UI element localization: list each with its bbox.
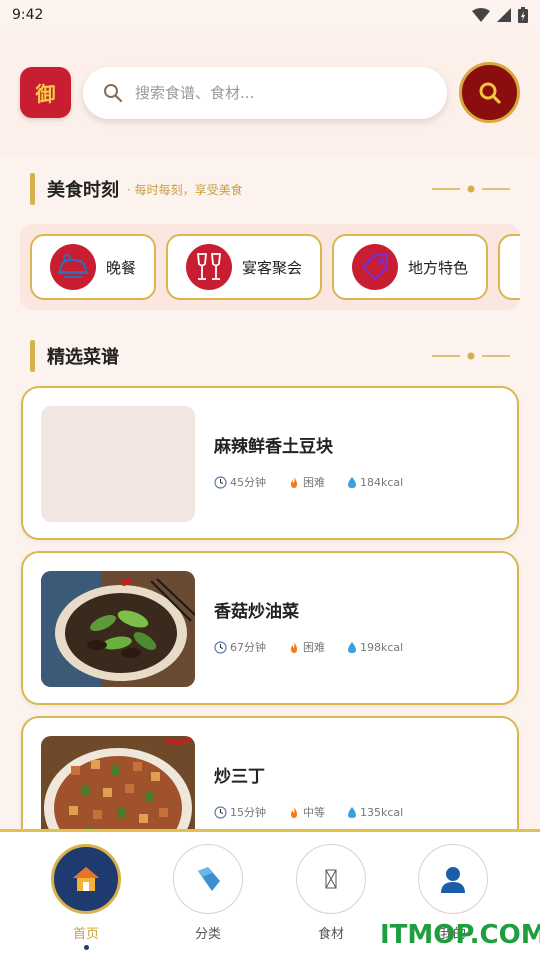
- search-input[interactable]: [135, 84, 415, 102]
- recipe-image-mushroom-greens: [41, 571, 195, 687]
- water-drop-icon: [348, 476, 356, 488]
- recipe-calories-text: 135kcal: [360, 805, 404, 819]
- section-decoration: [432, 185, 510, 193]
- watermark: ITMOP.COM: [380, 920, 540, 950]
- water-drop-icon: [348, 806, 356, 818]
- tab-icon-wrap: [418, 844, 488, 914]
- recipe-calories-text: 184kcal: [360, 475, 404, 489]
- recipe-image-placeholder: [41, 406, 195, 522]
- recipe-difficulty-text: 困难: [303, 641, 325, 654]
- category-label: 宴客聚会: [242, 258, 303, 277]
- clock-icon: [214, 640, 227, 654]
- section-subtitle: · 每时每刻，享受美食: [127, 182, 243, 197]
- category-card-dinner[interactable]: 晚餐: [30, 234, 156, 300]
- recipe-meta: 67分钟 困难 198kcal: [214, 639, 425, 655]
- tag-icon: [352, 244, 398, 290]
- status-icons: [472, 7, 528, 23]
- battery-icon: [518, 7, 528, 23]
- recipe-time: 67分钟: [214, 639, 266, 655]
- app-logo: 御: [20, 67, 71, 118]
- recipe-meta: 45分钟 困难 184kcal: [214, 474, 425, 490]
- category-icon: [198, 867, 220, 891]
- status-bar: 9:42: [0, 0, 540, 30]
- tab-category[interactable]: 分类: [158, 832, 258, 960]
- user-icon: [441, 867, 465, 893]
- tab-label: 分类: [194, 927, 221, 942]
- signal-icon: [497, 8, 511, 22]
- recipe-calories: 184kcal: [347, 476, 403, 489]
- fire-icon: [291, 476, 297, 488]
- header: 御: [0, 30, 540, 155]
- section-accent-bar: [30, 173, 35, 205]
- category-card-regional[interactable]: 地方特色: [332, 234, 488, 300]
- recipe-card[interactable]: 麻辣鲜香土豆块 45分钟 困难 184kcal: [21, 386, 519, 540]
- category-card-banquet[interactable]: 宴客聚会: [166, 234, 322, 300]
- search-icon: [479, 82, 501, 104]
- category-label: 晚餐: [106, 258, 137, 277]
- recipe-time-text: 15分钟: [230, 806, 266, 819]
- recipe-difficulty-text: 困难: [303, 476, 325, 489]
- tab-label: 首页: [72, 927, 99, 942]
- water-drop-icon: [348, 641, 356, 653]
- category-label: 地方特色: [408, 258, 469, 277]
- ingredient-icon: [325, 869, 337, 889]
- clock-icon: [214, 805, 227, 819]
- wine-glasses-icon: [186, 244, 232, 290]
- recipe-card[interactable]: 香菇炒油菜 67分钟 困难 198kcal: [21, 551, 519, 705]
- search-button[interactable]: [459, 62, 520, 123]
- home-icon: [73, 867, 99, 891]
- category-card-partial[interactable]: [498, 234, 520, 300]
- recipe-name: 麻辣鲜香土豆块: [214, 437, 333, 457]
- tab-label: 食材: [317, 927, 344, 942]
- recipe-difficulty: 困难: [288, 639, 325, 655]
- tab-icon-wrap: [173, 844, 243, 914]
- wifi-icon: [472, 8, 490, 22]
- recipe-difficulty-text: 中等: [303, 806, 325, 819]
- recipe-time-text: 45分钟: [230, 476, 266, 489]
- recipe-calories: 198kcal: [347, 641, 403, 654]
- roast-chicken-icon: [50, 244, 96, 290]
- status-time: 9:42: [12, 7, 44, 23]
- recipe-difficulty: 中等: [288, 804, 325, 820]
- tab-ingredients[interactable]: 食材: [281, 832, 381, 960]
- active-indicator-dot: [83, 945, 89, 950]
- tab-icon-wrap: [51, 844, 121, 914]
- tab-home[interactable]: 首页: [36, 832, 136, 960]
- fire-icon: [291, 806, 297, 818]
- recipe-name: 香菇炒油菜: [214, 602, 299, 622]
- section-title: 美食时刻: [47, 180, 119, 201]
- section-featured: 精选菜谱: [30, 339, 510, 373]
- clock-icon: [214, 475, 227, 489]
- section-title: 精选菜谱: [47, 347, 119, 368]
- tab-icon-wrap: [296, 844, 366, 914]
- recipe-time: 15分钟: [214, 804, 266, 820]
- recipe-time-text: 67分钟: [230, 641, 266, 654]
- recipe-meta: 15分钟 中等 135kcal: [214, 804, 425, 820]
- fire-icon: [291, 641, 297, 653]
- recipe-difficulty: 困难: [288, 474, 325, 490]
- section-accent-bar: [30, 340, 35, 372]
- search-box[interactable]: [83, 67, 447, 119]
- category-strip: 晚餐 宴客聚会 地方特色: [20, 224, 520, 310]
- recipe-name: 炒三丁: [214, 767, 265, 787]
- search-icon: [104, 84, 123, 103]
- section-decoration: [432, 352, 510, 360]
- recipe-calories: 135kcal: [347, 806, 403, 819]
- section-food-moment: 美食时刻 · 每时每刻，享受美食: [30, 172, 510, 206]
- recipe-calories-text: 198kcal: [360, 640, 404, 654]
- recipe-time: 45分钟: [214, 474, 266, 490]
